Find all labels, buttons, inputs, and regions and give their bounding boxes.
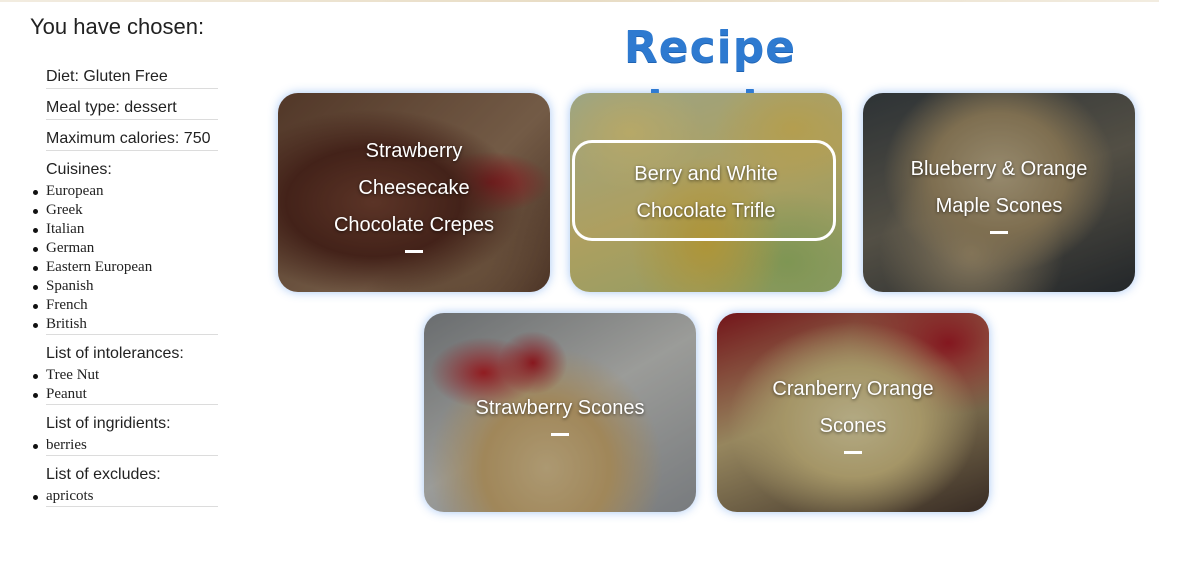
exclude-item: apricots: [33, 487, 218, 506]
meal-type-value: Meal type: dessert: [46, 99, 177, 116]
recipe-dash: [551, 432, 569, 436]
cuisine-item: Italian: [33, 220, 218, 239]
max-calories-value: Maximum calories: 750: [46, 130, 211, 147]
excludes-list: apricots: [33, 487, 218, 506]
recipe-title: Cranberry Orange Scones: [772, 378, 934, 437]
ingredients-list: berries: [33, 436, 218, 455]
recipe-title: Strawberry Scones: [475, 396, 645, 419]
recipe-card[interactable]: Strawberry Cheesecake Chocolate Crepes: [278, 93, 550, 292]
cuisine-item: Greek: [33, 201, 218, 220]
recipe-card[interactable]: Berry and White Chocolate Trifle: [570, 93, 842, 292]
recipe-title: Berry and White Chocolate Trifle: [634, 162, 778, 222]
cuisine-item: Spanish: [33, 277, 218, 296]
diet-block: Diet: Gluten Free: [46, 58, 218, 89]
recipe-title: Blueberry & Orange Maple Scones: [910, 158, 1088, 217]
recipe-card[interactable]: Cranberry Orange Scones: [717, 313, 989, 512]
excludes-heading: List of excludes:: [46, 466, 161, 483]
recipe-card[interactable]: Blueberry & Orange Maple Scones: [863, 93, 1135, 292]
excludes-block: List of excludes: apricots: [33, 456, 218, 507]
ingredients-block: List of ingridients: berries: [33, 405, 218, 456]
recipe-dash: [405, 249, 423, 253]
recipe-dash: [844, 451, 862, 454]
top-divider: [0, 0, 1159, 2]
cuisine-item: British: [33, 315, 218, 334]
cuisines-list: European Greek Italian German Eastern Eu…: [33, 182, 218, 334]
cuisine-item: German: [33, 239, 218, 258]
intolerance-item: Tree Nut: [33, 366, 218, 385]
ingredients-heading: List of ingridients:: [46, 415, 171, 432]
cuisine-item: French: [33, 296, 218, 315]
recipe-title: Strawberry Cheesecake Chocolate Crepes: [333, 139, 495, 236]
sidebar-title: You have chosen:: [30, 14, 205, 39]
chosen-filters-sidebar: You have chosen: Diet: Gluten Free Meal …: [30, 12, 218, 507]
intolerances-list: Tree Nut Peanut: [33, 366, 218, 404]
diet-value: Diet: Gluten Free: [46, 68, 168, 85]
recipe-card[interactable]: Strawberry Scones: [424, 313, 696, 512]
cuisine-item: Eastern European: [33, 258, 218, 277]
cuisines-heading: Cuisines:: [46, 161, 112, 178]
ingredient-item: berries: [33, 436, 218, 455]
intolerances-heading: List of intolerances:: [46, 345, 184, 362]
cuisine-item: European: [33, 182, 218, 201]
intolerance-item: Peanut: [33, 385, 218, 404]
intolerances-block: List of intolerances: Tree Nut Peanut: [33, 335, 218, 405]
recipe-dash: [990, 231, 1008, 234]
cuisines-block: Cuisines: European Greek Italian German …: [33, 151, 218, 335]
max-calories-block: Maximum calories: 750: [46, 120, 218, 151]
meal-type-block: Meal type: dessert: [46, 89, 218, 120]
